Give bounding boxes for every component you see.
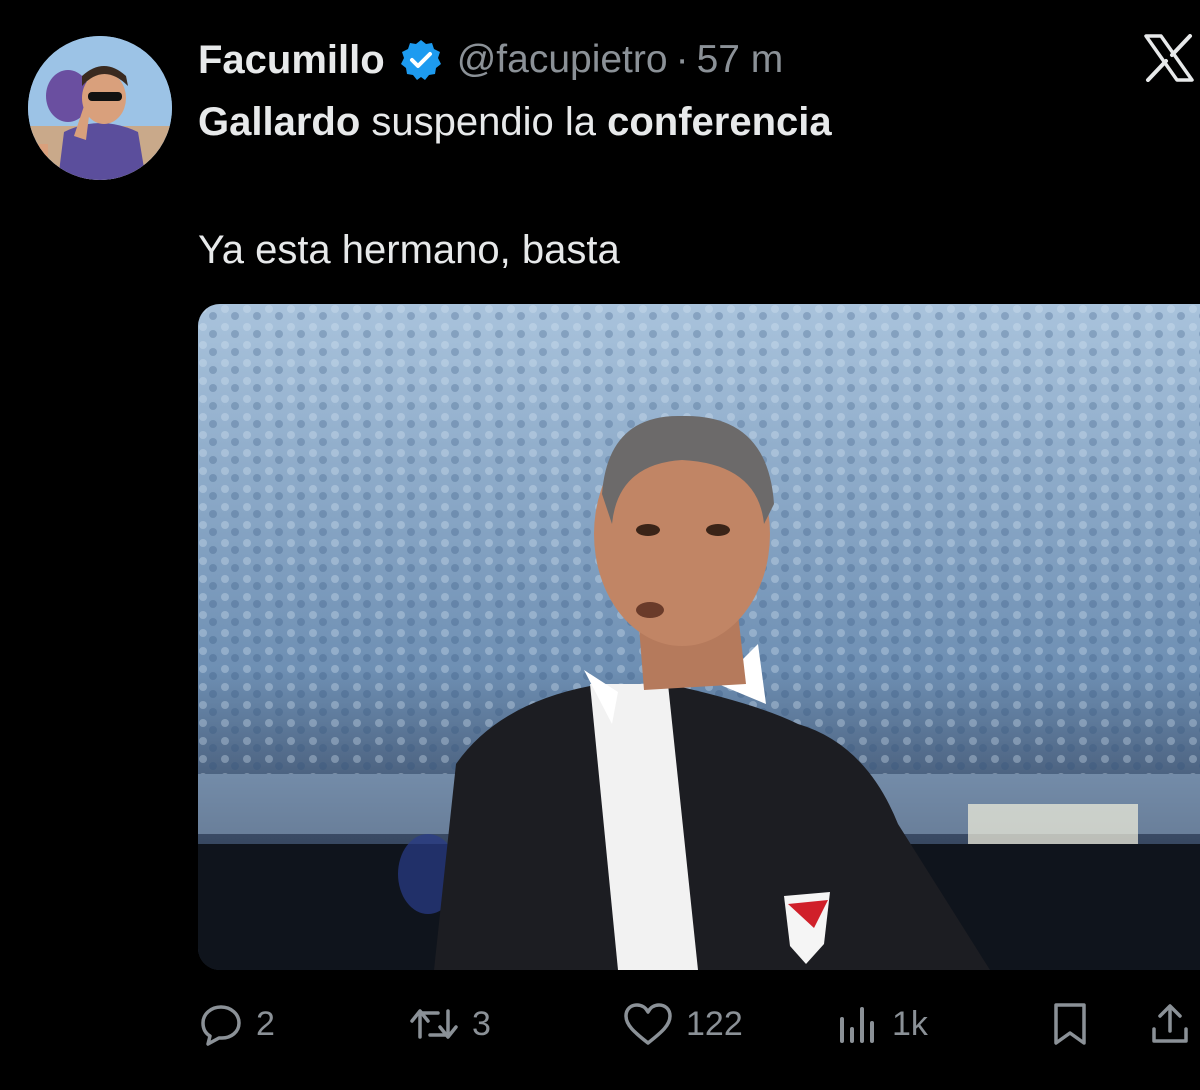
like-button[interactable]: 122 — [622, 996, 743, 1052]
repost-button[interactable]: 3 — [408, 996, 491, 1052]
tweet-text-segment: conferencia — [607, 100, 832, 144]
author-avatar[interactable] — [28, 36, 172, 180]
reply-icon — [198, 1001, 244, 1047]
separator-dot: · — [675, 38, 689, 81]
views-button[interactable]: 1k — [836, 996, 928, 1052]
tweet-text-line-2: Ya esta hermano, basta — [198, 228, 620, 272]
photo-image — [198, 304, 1200, 970]
author-display-name[interactable]: Facumillo — [198, 38, 385, 83]
heart-icon — [622, 1001, 674, 1047]
reply-count: 2 — [256, 1004, 275, 1043]
tweet-header: Facumillo @facupietro · 57 m — [198, 30, 783, 90]
author-handle[interactable]: @facupietro — [457, 38, 668, 82]
tweet-action-bar: 2 3 122 1k — [0, 996, 1200, 1052]
tweet-text-segment: suspendio la — [360, 100, 608, 144]
share-button[interactable] — [1148, 996, 1192, 1052]
bookmark-icon — [1050, 1001, 1090, 1047]
tweet-media-photo[interactable] — [198, 304, 1200, 970]
verified-badge-icon — [399, 38, 443, 82]
avatar-image — [28, 36, 172, 180]
reply-button[interactable]: 2 — [198, 996, 275, 1052]
share-icon — [1148, 1001, 1192, 1047]
views-count: 1k — [892, 1004, 928, 1043]
repost-icon — [408, 1001, 460, 1047]
like-count: 122 — [686, 1004, 743, 1043]
views-chart-icon — [836, 1001, 880, 1047]
repost-count: 3 — [472, 1004, 491, 1043]
x-logo-icon[interactable] — [1144, 34, 1194, 82]
tweet-timestamp[interactable]: 57 m — [697, 38, 784, 82]
tweet-text-segment: Gallardo — [198, 100, 361, 144]
tweet-text-line-1: Gallardo suspendio la conferencia — [198, 100, 832, 145]
bookmark-button[interactable] — [1050, 996, 1090, 1052]
